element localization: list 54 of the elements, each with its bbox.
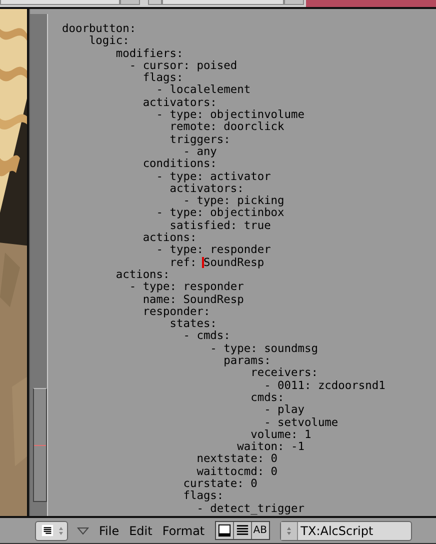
scrollbar[interactable] [30, 14, 48, 516]
scrollbar-thumb[interactable] [33, 388, 47, 502]
code-line: responder: [142, 306, 210, 318]
menu-item[interactable]: Format [162, 524, 205, 538]
code-line: - type: picking [182, 195, 286, 208]
code-line: volume: 1 [250, 428, 312, 442]
code-line: - cursor: poised [128, 60, 238, 72]
up-down-icon [280, 522, 298, 540]
code-line: waiton: -1 [236, 441, 306, 454]
fullscreen-toggle[interactable] [216, 522, 233, 539]
code-line: nextstate: 0 [196, 453, 279, 466]
text-document-icon [41, 524, 54, 537]
code-line: - type: responder [128, 281, 245, 294]
code-line: - type: objectinbox [155, 207, 286, 220]
code-line: waittocmd: 0 [196, 466, 279, 478]
code-line: activators: [168, 182, 245, 196]
code-line: ref: SoundResp [168, 256, 266, 269]
code-line: actions: [142, 232, 198, 244]
code-line: - detect_trigger [196, 502, 306, 515]
code-line: cmds: [250, 392, 286, 404]
collapse-triangle-icon[interactable] [77, 526, 89, 534]
code-line: conditions: [142, 158, 218, 171]
code-line: satisfied: true [168, 220, 272, 232]
code-line: doorbutton: [62, 23, 138, 36]
up-down-icon [58, 526, 64, 536]
code-line: flags: [182, 490, 225, 503]
code-line: activators: [142, 96, 218, 110]
word-wrap-toggle[interactable]: AB [250, 522, 269, 539]
code-line: states: [170, 318, 218, 330]
menu-item[interactable]: Edit [129, 524, 152, 538]
code-line: name: SoundResp [142, 294, 245, 306]
code-line: - localelement [156, 84, 252, 97]
code-line: curstate: 0 [182, 478, 258, 490]
code-line: remote: doorclick [168, 121, 284, 134]
code-line: receivers: [250, 367, 319, 380]
code-line: logic: [88, 35, 130, 48]
code-line: - setvolume [263, 416, 340, 429]
editor-type-button[interactable] [35, 520, 68, 540]
code-line: - type: responder [155, 244, 272, 257]
code-line: modifiers: [114, 48, 184, 60]
code-line: - play [263, 404, 306, 416]
code-line: - cmds: [182, 330, 232, 343]
code-line: triggers: [168, 134, 232, 146]
code-line: - 0011: zcdoorsnd1 [263, 380, 386, 392]
text-block-field[interactable]: TX:AlcScript [280, 520, 412, 540]
code-line: - type: activator [155, 170, 272, 183]
code-line: - any [183, 146, 217, 158]
code-line: - type: soundmsg [209, 342, 319, 356]
code-line: params: [222, 355, 271, 368]
code-line: flags: [142, 72, 184, 84]
line-numbers-toggle[interactable] [232, 522, 251, 539]
code-line: - type: objectinvolume [155, 109, 306, 122]
menu-item[interactable]: File [99, 524, 120, 538]
code-line: actions: [114, 268, 171, 282]
